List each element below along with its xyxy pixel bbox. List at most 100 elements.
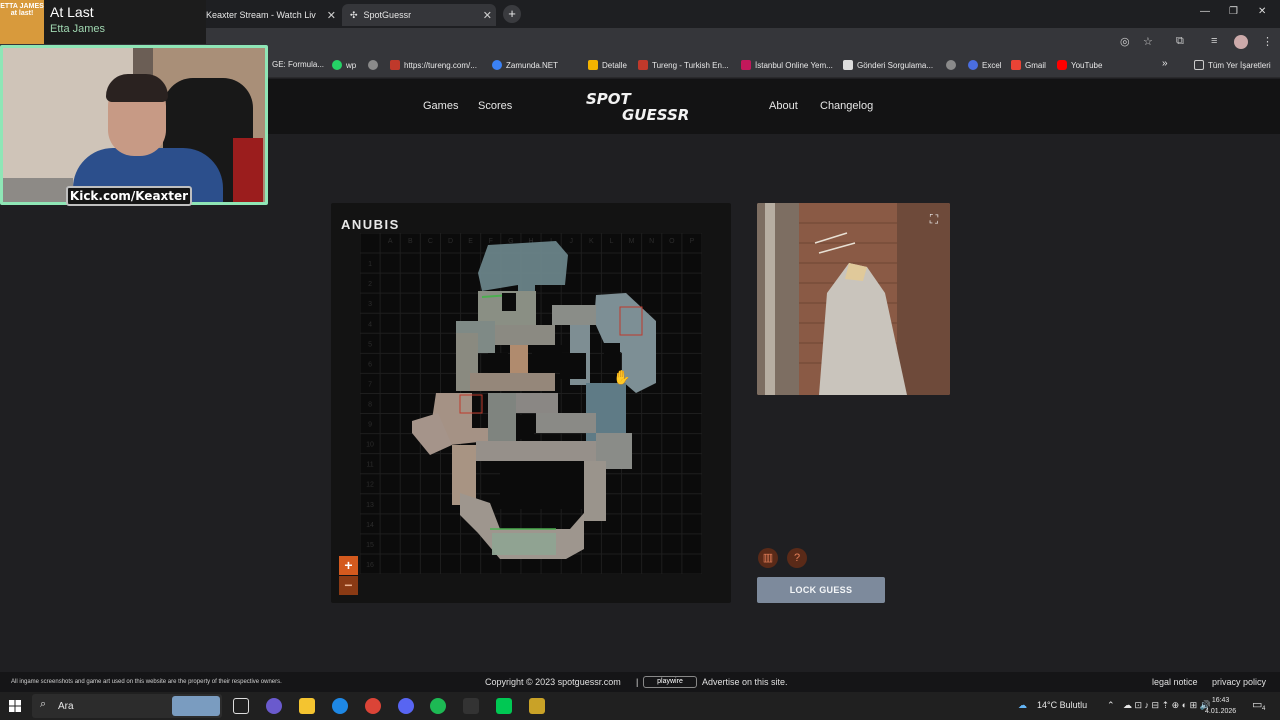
- map-layout: [412, 241, 656, 559]
- minimize-icon[interactable]: —: [1200, 6, 1210, 17]
- tab-spotguessr[interactable]: ✣ SpotGuessr ✕: [342, 4, 496, 26]
- new-tab-button[interactable]: +: [503, 5, 521, 23]
- bookmark-gmail[interactable]: Gmail: [1011, 60, 1046, 70]
- youtube-icon: [1057, 60, 1067, 70]
- song-title: At Last: [50, 4, 94, 20]
- bookmark-label: Tüm Yer İşaretleri: [1208, 60, 1271, 70]
- profile-avatar[interactable]: [1234, 35, 1248, 49]
- playwire-badge[interactable]: playwire: [643, 676, 697, 688]
- bookmark-label: Zamunda.NET: [506, 60, 559, 70]
- map-name: ANUBIS: [341, 217, 400, 232]
- windows-start-icon[interactable]: [9, 700, 21, 712]
- task-view-icon[interactable]: [233, 698, 249, 714]
- bookmark-youtube[interactable]: YouTube: [1057, 60, 1102, 70]
- bookmark-globe[interactable]: [368, 60, 382, 70]
- advertise-link[interactable]: Advertise on this site.: [702, 677, 788, 687]
- bookmarks-overflow-button[interactable]: »: [1162, 58, 1168, 69]
- site-footer: All ingame screenshots and game art used…: [0, 672, 1280, 692]
- nav-changelog[interactable]: Changelog: [820, 100, 873, 112]
- anubis-radar-map[interactable]: ABCDEFGHIJKLMNOP12345678910111213141516: [359, 232, 703, 575]
- bookmark-label: https://tureng.com/...: [404, 60, 477, 70]
- grid-row-label: 8: [368, 402, 372, 409]
- grid-column-label: K: [589, 238, 594, 245]
- grid-column-label: O: [669, 238, 675, 245]
- tab-label: Keaxter Stream - Watch Live on: [206, 10, 316, 20]
- cam-desk: [3, 178, 73, 202]
- grid-column-label: C: [428, 238, 433, 245]
- file-explorer-icon[interactable]: [299, 698, 315, 714]
- taskbar-clock[interactable]: 16:43 4.01.2026: [1205, 695, 1236, 717]
- menu-icon[interactable]: ⋮: [1262, 35, 1273, 48]
- notification-icon[interactable]: ▭: [1252, 698, 1262, 711]
- tab-keaxter-stream[interactable]: Keaxter Stream - Watch Live on ✕: [206, 4, 340, 26]
- bookmark-label: Gmail: [1025, 60, 1046, 70]
- song-artist: Etta James: [50, 23, 106, 35]
- tray-chevron-icon[interactable]: ⌃: [1107, 700, 1115, 711]
- window-close-icon[interactable]: ✕: [1258, 6, 1266, 17]
- map-canvas[interactable]: ABCDEFGHIJKLMNOP12345678910111213141516: [359, 232, 703, 575]
- bookmark-label: Detalle: [602, 60, 627, 70]
- grid-column-label: N: [649, 238, 654, 245]
- grid-column-label: J: [569, 238, 573, 245]
- location-screenshot[interactable]: [757, 203, 950, 395]
- tab-close-icon[interactable]: ✕: [483, 9, 492, 22]
- edge-icon[interactable]: [332, 698, 348, 714]
- discord-icon[interactable]: [398, 698, 414, 714]
- kick-app-icon[interactable]: [496, 698, 512, 714]
- extensions-icon[interactable]: ⧉: [1176, 35, 1184, 48]
- eye-off-icon[interactable]: ◎: [1120, 35, 1130, 48]
- cam-chair-accent: [233, 138, 263, 202]
- legal-notice-link[interactable]: legal notice: [1152, 677, 1198, 687]
- bookmark-istanbul[interactable]: İstanbul Online Yem...: [741, 60, 833, 70]
- zoom-in-button[interactable]: +: [339, 556, 358, 575]
- bookmark-tureng[interactable]: Tureng - Turkish En...: [638, 60, 729, 70]
- webcam-overlay: [0, 45, 268, 205]
- clock-time: 16:43: [1211, 697, 1230, 704]
- lock-guess-button[interactable]: LOCK GUESS: [757, 577, 885, 603]
- clock-date: 4.01.2026: [1205, 708, 1237, 715]
- nav-about[interactable]: About: [769, 100, 798, 112]
- bookmark-globe-2[interactable]: [946, 60, 960, 70]
- footer-copyright: Copyright © 2023 spotguessr.com: [485, 677, 621, 687]
- bookmark-excel[interactable]: Excel: [968, 60, 1002, 70]
- map-icon[interactable]: ▥: [758, 548, 778, 568]
- bookmark-label: wp: [346, 60, 357, 70]
- bookmark-wp[interactable]: wp: [332, 60, 356, 70]
- grid-column-label: B: [408, 238, 413, 245]
- bookmark-tureng-url[interactable]: https://tureng.com/...: [390, 60, 477, 70]
- app-icon[interactable]: [463, 698, 479, 714]
- spotify-icon[interactable]: [430, 698, 446, 714]
- screenshot-image: [757, 203, 950, 395]
- tray-icons[interactable]: ☁ ⊡ ♪ ⊟ ⇡ ⊕ ◐ ⊞ 🔊: [1123, 700, 1211, 711]
- bookmark-formula[interactable]: GE: Formula...: [272, 60, 324, 69]
- restore-icon[interactable]: ❐: [1229, 6, 1238, 17]
- excel-icon: [968, 60, 978, 70]
- bookmark-detalle[interactable]: Detalle: [588, 60, 627, 70]
- weather-icon[interactable]: ☁: [1018, 700, 1027, 711]
- taskbar-search[interactable]: ⌕ Ara: [32, 694, 222, 718]
- league-icon[interactable]: [529, 698, 545, 714]
- privacy-policy-link[interactable]: privacy policy: [1212, 677, 1266, 687]
- bookmark-zamunda[interactable]: Zamunda.NET: [492, 60, 558, 70]
- grid-row-label: 4: [368, 321, 372, 328]
- nav-scores[interactable]: Scores: [478, 100, 512, 112]
- bookmark-gonderi[interactable]: Gönderi Sorgulama...: [843, 60, 933, 70]
- grid-column-label: L: [610, 238, 614, 245]
- chrome-icon[interactable]: [365, 698, 381, 714]
- grid-column-label: P: [690, 238, 695, 245]
- expand-screenshot-icon[interactable]: ⛶: [925, 211, 943, 227]
- all-bookmarks-button[interactable]: Tüm Yer İşaretleri: [1194, 60, 1271, 70]
- grid-row-label: 13: [366, 502, 374, 509]
- grid-row-label: 11: [366, 462, 373, 469]
- tab-close-icon[interactable]: ✕: [327, 9, 336, 22]
- globe-icon: [368, 60, 378, 70]
- spotguessr-logo[interactable]: SPOT GUESSR: [586, 90, 696, 128]
- media-icon[interactable]: ≡: [1211, 35, 1217, 47]
- help-icon[interactable]: ?: [787, 548, 807, 568]
- copilot-icon[interactable]: [266, 698, 282, 714]
- star-icon[interactable]: ☆: [1143, 35, 1153, 48]
- nav-games[interactable]: Games: [423, 100, 458, 112]
- weather-text[interactable]: 14°C Bulutlu: [1037, 700, 1087, 710]
- zoom-out-button[interactable]: −: [339, 576, 358, 595]
- bookmark-label: Excel: [982, 60, 1002, 70]
